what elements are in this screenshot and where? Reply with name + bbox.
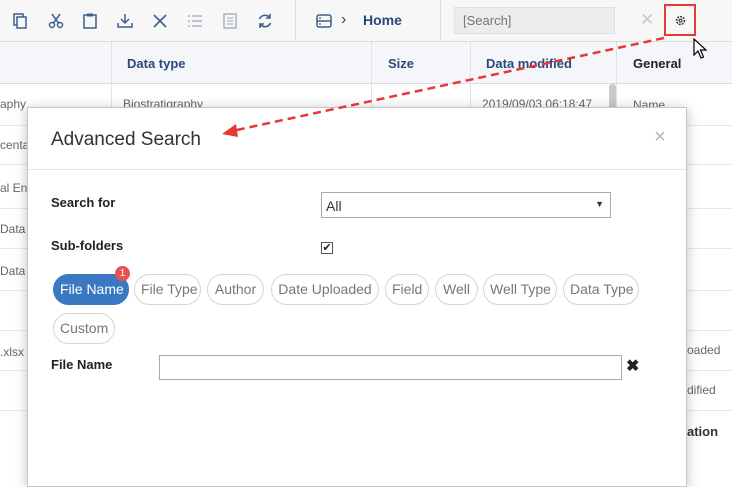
cut-icon[interactable] bbox=[47, 12, 65, 30]
download-icon[interactable] bbox=[116, 12, 134, 30]
filter-chip-field[interactable]: Field bbox=[385, 274, 429, 305]
filter-count-badge: 1 bbox=[115, 266, 130, 281]
search-for-label: Search for bbox=[51, 195, 116, 210]
file-name-input[interactable] bbox=[159, 355, 622, 380]
settings-button[interactable] bbox=[664, 4, 696, 36]
toolbar-divider bbox=[440, 0, 441, 42]
filter-chip-date-uploaded[interactable]: Date Uploaded bbox=[271, 274, 379, 305]
table-cell[interactable]: Data bbox=[0, 222, 25, 236]
refresh-icon[interactable] bbox=[256, 12, 274, 30]
storage-icon[interactable] bbox=[315, 12, 333, 30]
column-header-data-modified[interactable]: Data modified bbox=[486, 56, 572, 71]
document-icon[interactable] bbox=[221, 12, 239, 30]
search-clear-icon[interactable]: ✕ bbox=[640, 10, 654, 30]
filter-chip-well-type[interactable]: Well Type bbox=[483, 274, 557, 305]
general-field: dified bbox=[687, 383, 716, 397]
table-cell[interactable]: Data bbox=[0, 264, 25, 278]
dialog-header: Advanced Search × bbox=[28, 108, 686, 170]
table-cell[interactable]: aphy bbox=[0, 97, 26, 111]
search-input[interactable] bbox=[454, 7, 615, 34]
subfolders-checkbox[interactable]: ✔ bbox=[321, 242, 333, 254]
table-cell[interactable]: centa bbox=[0, 138, 29, 152]
close-icon[interactable]: × bbox=[654, 126, 666, 149]
gear-icon bbox=[675, 15, 686, 26]
toolbar: › Home ✕ bbox=[0, 0, 732, 42]
general-section-header: ation bbox=[687, 424, 719, 439]
column-header-size[interactable]: Size bbox=[388, 56, 414, 71]
file-name-label: File Name bbox=[51, 357, 113, 372]
copy-icon[interactable] bbox=[11, 12, 29, 30]
search-for-value: All bbox=[326, 198, 342, 214]
search-for-select[interactable]: All ▼ bbox=[321, 192, 611, 218]
advanced-search-dialog: Advanced Search × Search for All ▼ Sub-f… bbox=[27, 107, 687, 487]
table-cell[interactable]: .xlsx bbox=[0, 345, 24, 359]
list-icon[interactable] bbox=[186, 12, 204, 30]
filter-chip-well[interactable]: Well bbox=[435, 274, 478, 305]
clear-filter-icon[interactable]: ✖ bbox=[626, 356, 639, 376]
filter-chip-data-type[interactable]: Data Type bbox=[563, 274, 639, 305]
filter-chip-author[interactable]: Author bbox=[207, 274, 264, 305]
breadcrumb-chevron-icon: › bbox=[341, 11, 347, 28]
dropdown-arrow-icon: ▼ bbox=[595, 199, 604, 209]
panel-header-general: General bbox=[633, 56, 682, 71]
mouse-cursor-icon bbox=[693, 38, 708, 59]
dialog-title: Advanced Search bbox=[51, 129, 201, 150]
toolbar-divider bbox=[295, 0, 296, 42]
table-header-row bbox=[0, 42, 732, 84]
subfolders-label: Sub-folders bbox=[51, 238, 124, 253]
breadcrumb-home[interactable]: Home bbox=[363, 12, 402, 28]
filter-chip-file-type[interactable]: File Type bbox=[134, 274, 201, 305]
general-field: oaded bbox=[687, 343, 721, 357]
column-header-data-type[interactable]: Data type bbox=[127, 56, 186, 71]
delete-icon[interactable] bbox=[151, 12, 169, 30]
filter-chip-custom[interactable]: Custom bbox=[53, 313, 115, 344]
paste-icon[interactable] bbox=[81, 12, 99, 30]
